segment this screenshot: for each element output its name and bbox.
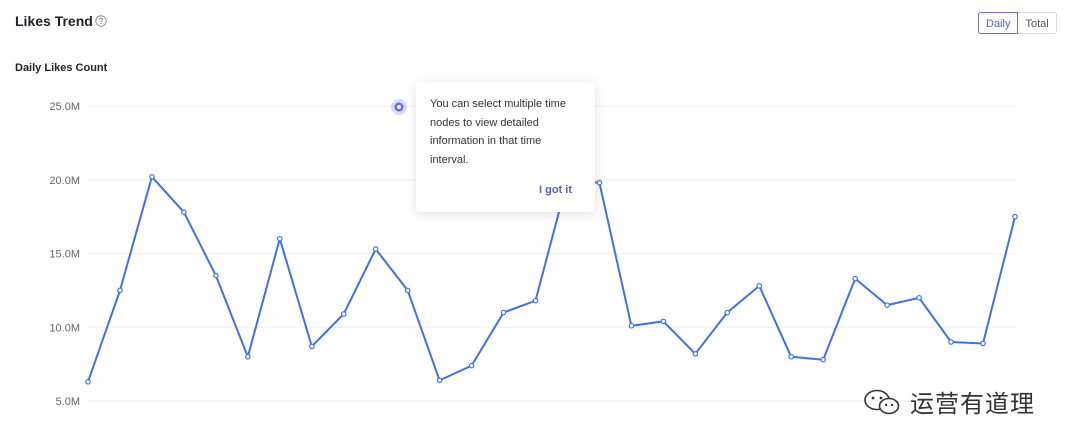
guide-marker-center [397, 105, 401, 109]
data-point[interactable] [308, 343, 315, 350]
data-point[interactable] [852, 275, 858, 282]
data-point[interactable] [660, 318, 667, 325]
data-point[interactable] [340, 311, 347, 317]
data-point[interactable] [884, 302, 890, 308]
data-point[interactable] [692, 350, 699, 357]
data-point[interactable] [628, 322, 635, 329]
y-tick-label: 15.0M [49, 249, 80, 261]
got-it-button[interactable]: I got it [539, 184, 572, 196]
data-point[interactable] [213, 272, 219, 279]
data-point[interactable] [756, 283, 763, 289]
data-point[interactable] [117, 287, 123, 294]
y-tick-label: 5.0M [56, 396, 80, 408]
data-point[interactable] [372, 246, 379, 252]
y-tick-label: 20.0M [49, 175, 80, 187]
watermark-text: 运营有道理 [910, 390, 1035, 418]
data-point[interactable] [1012, 213, 1018, 220]
data-point[interactable] [820, 356, 827, 363]
data-point[interactable] [276, 235, 283, 242]
data-point[interactable] [788, 353, 795, 360]
data-point[interactable] [916, 294, 922, 301]
likes-line-chart[interactable]: 5.0M 10.0M 15.0M 20.0M 25.0M [0, 0, 1080, 447]
data-point[interactable] [980, 340, 986, 347]
wechat-icon [864, 389, 900, 414]
likes-trend-panel: Likes Trend Daily Total Daily Likes Coun… [0, 0, 1080, 447]
data-point[interactable] [245, 353, 251, 360]
watermark: 运营有道理 [862, 384, 1035, 419]
y-tick-label: 25.0M [49, 101, 80, 113]
data-point[interactable] [532, 297, 539, 304]
data-point[interactable] [436, 377, 443, 384]
data-point[interactable] [948, 339, 954, 345]
data-point[interactable] [181, 209, 187, 216]
data-point[interactable] [85, 379, 91, 385]
data-point[interactable] [500, 309, 507, 316]
data-point[interactable] [596, 179, 603, 186]
onboarding-tooltip: You can select multiple time nodes to vi… [416, 82, 595, 212]
y-tick-label: 10.0M [49, 322, 80, 334]
data-point[interactable] [149, 174, 155, 180]
data-point[interactable] [724, 309, 731, 316]
data-point[interactable] [404, 287, 411, 294]
data-point[interactable] [468, 362, 475, 369]
tooltip-text: You can select multiple time nodes to vi… [430, 98, 566, 166]
